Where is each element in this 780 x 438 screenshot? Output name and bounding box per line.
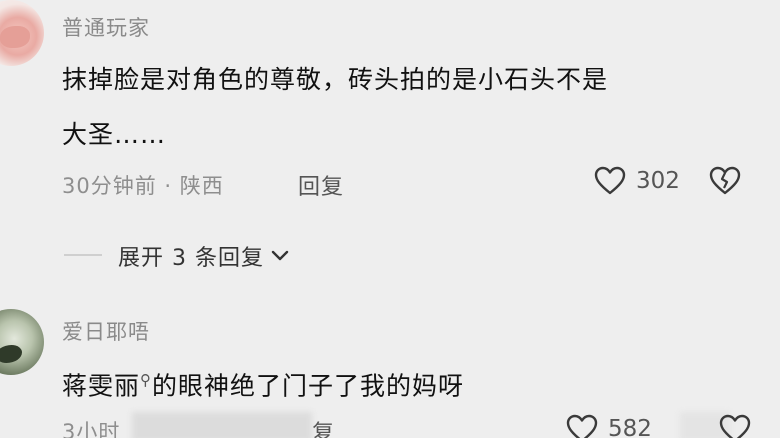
comment-username[interactable]: 爱日耶唔 — [62, 316, 150, 346]
comment-content: 抹掉脸是对角色的尊敬，砖头拍的是小石头不是 — [62, 65, 609, 94]
blurred-region — [132, 412, 312, 438]
avatar-image — [0, 26, 30, 48]
comment-time: 3小时 — [62, 420, 121, 438]
comment-content-text: 的眼神绝了门子了我的妈呀 — [152, 371, 465, 401]
reply-button[interactable]: 回复 — [298, 169, 344, 201]
comment-meta: 30分钟前 · 陕西 — [62, 170, 224, 200]
comment-content-continued: 大圣…… — [62, 120, 167, 149]
avatar-image — [0, 345, 22, 363]
comment-location: 陕西 — [179, 174, 224, 198]
like-count: 582 — [608, 416, 652, 438]
avatar[interactable] — [0, 0, 44, 66]
comment-content: 蒋雯丽⚲的眼神绝了门子了我的妈呀 — [62, 353, 464, 413]
avatar[interactable] — [0, 309, 44, 375]
like-count: 302 — [636, 168, 680, 194]
search-keyword-link[interactable]: 蒋雯丽 — [62, 371, 140, 400]
meta-separator: · — [164, 174, 173, 198]
broken-heart-icon[interactable] — [708, 166, 742, 196]
heart-icon[interactable] — [566, 414, 598, 438]
chevron-down-icon — [270, 249, 290, 263]
broken-heart-icon[interactable] — [718, 414, 752, 438]
reply-button[interactable]: 复 — [312, 415, 335, 438]
search-icon[interactable]: ⚲ — [140, 371, 152, 389]
expand-replies-label: 展开 3 条回复 — [118, 246, 264, 271]
comment-username[interactable]: 普通玩家 — [62, 12, 150, 42]
comment-time: 30分钟前 — [62, 174, 157, 198]
expand-divider — [64, 254, 102, 256]
heart-icon[interactable] — [594, 166, 626, 196]
expand-replies-button[interactable]: 展开 3 条回复 — [118, 240, 290, 272]
